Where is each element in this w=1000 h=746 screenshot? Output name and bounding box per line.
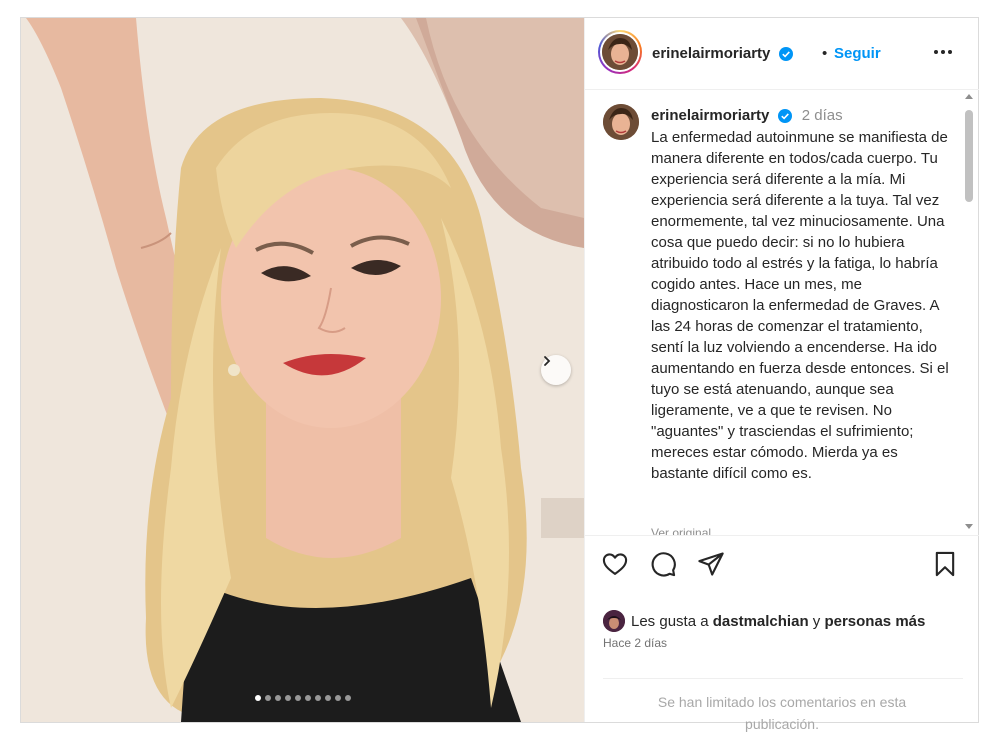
- comment-button[interactable]: [649, 550, 677, 578]
- heart-icon: [602, 553, 628, 575]
- share-button[interactable]: [697, 550, 725, 578]
- carousel-next-button[interactable]: [541, 355, 571, 385]
- comment-icon: [651, 552, 676, 577]
- carousel-dot: [314, 695, 321, 701]
- more-options-icon[interactable]: [931, 40, 955, 64]
- carousel-indicator: [21, 695, 584, 701]
- follow-button[interactable]: Seguir: [834, 45, 881, 62]
- instagram-post: erinelairmoriarty • Seguir erinelairmori…: [20, 17, 979, 732]
- caption-author[interactable]: erinelairmoriarty: [651, 107, 769, 124]
- likes-others[interactable]: personas más: [824, 613, 925, 630]
- caption-time[interactable]: 2 días: [802, 107, 843, 124]
- post-actions: Les gusta a dastmalchian y personas más …: [585, 535, 979, 732]
- likes-user[interactable]: dastmalchian: [713, 613, 809, 630]
- divider: [603, 678, 963, 679]
- comments-section[interactable]: erinelairmoriarty 2 días La enfermedad a…: [585, 90, 979, 535]
- post-header: erinelairmoriarty • Seguir: [585, 18, 979, 90]
- story-ring[interactable]: [598, 30, 642, 74]
- scroll-up-arrow-icon[interactable]: [965, 94, 973, 99]
- post-photo[interactable]: [21, 18, 584, 722]
- save-button[interactable]: [931, 550, 959, 578]
- avatar[interactable]: [603, 610, 625, 632]
- carousel-dot: [294, 695, 301, 701]
- carousel-dot: [334, 695, 341, 701]
- caption-text: La enfermedad autoinmune se manifiesta d…: [651, 129, 949, 482]
- carousel-dot: [264, 695, 271, 701]
- caption-header: erinelairmoriarty 2 días: [651, 107, 843, 124]
- chevron-right-icon: [544, 356, 551, 366]
- carousel-dot: [344, 695, 351, 701]
- likes-summary: Les gusta a dastmalchian y personas más: [603, 610, 925, 632]
- scroll-down-arrow-icon[interactable]: [965, 524, 973, 529]
- photo-illustration: [21, 18, 584, 722]
- avatar[interactable]: [602, 34, 638, 70]
- carousel-dot: [254, 695, 261, 701]
- avatar[interactable]: [603, 104, 639, 140]
- avatar-image: [602, 34, 638, 70]
- verified-badge-icon: [778, 47, 793, 62]
- post-side-panel: erinelairmoriarty • Seguir erinelairmori…: [584, 18, 979, 732]
- post-date[interactable]: Hace 2 días: [603, 636, 667, 650]
- likes-prefix: Les gusta a: [631, 612, 709, 630]
- scrollbar-thumb[interactable]: [965, 110, 973, 202]
- bookmark-icon: [935, 551, 955, 577]
- carousel-dot: [284, 695, 291, 701]
- separator-dot: •: [822, 45, 828, 62]
- avatar-image: [603, 610, 625, 632]
- scrollbar[interactable]: [963, 90, 975, 535]
- likes-conjunction: y: [812, 612, 821, 630]
- comments-limited-notice: Se han limitado los comentarios en esta …: [657, 694, 907, 732]
- carousel-dot: [324, 695, 331, 701]
- see-original-link[interactable]: Ver original: [651, 526, 711, 535]
- share-icon: [698, 552, 724, 576]
- avatar-image: [603, 104, 639, 140]
- carousel-dot: [274, 695, 281, 701]
- post-author[interactable]: erinelairmoriarty: [652, 45, 793, 62]
- carousel-dot: [304, 695, 311, 701]
- verified-badge-icon: [777, 109, 792, 124]
- like-button[interactable]: [601, 550, 629, 578]
